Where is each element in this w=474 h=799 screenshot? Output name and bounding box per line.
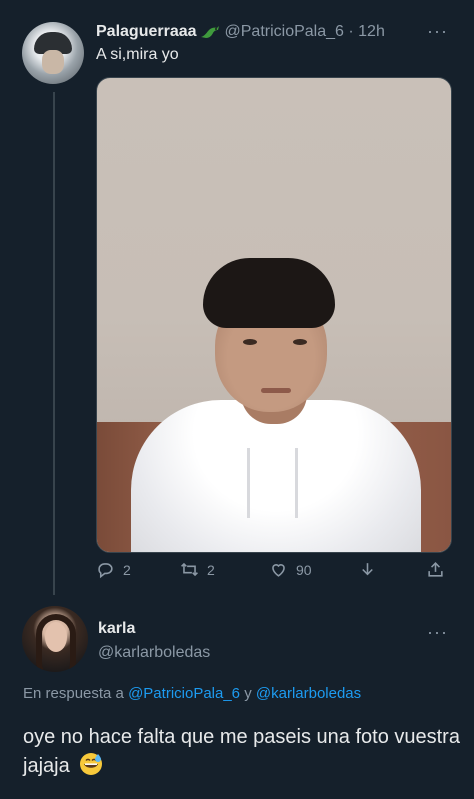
- retweet-count: 2: [207, 561, 215, 578]
- reply-user-handle[interactable]: @karlarboledas: [98, 644, 210, 662]
- replying-to-and: y: [240, 685, 256, 702]
- like-button[interactable]: 90: [269, 560, 312, 579]
- reply-display-name[interactable]: karla: [98, 620, 135, 638]
- thread-connector-line: [53, 92, 55, 595]
- separator-dot: ·: [343, 23, 359, 40]
- heart-icon: [272, 564, 285, 577]
- retweet-button[interactable]: 2: [180, 560, 215, 579]
- reply-count: 2: [123, 561, 131, 578]
- dragon-emoji-icon: [200, 26, 219, 38]
- reply-icon: [98, 563, 113, 579]
- reply-avatar[interactable]: [22, 606, 88, 672]
- tweet-header: Palaguerraaa @PatricioPala_6 · 12h: [96, 21, 458, 43]
- photo-eye-left: [243, 339, 257, 345]
- tweet-time[interactable]: 12h: [358, 23, 385, 41]
- download-arrow-icon: [362, 563, 373, 576]
- photo-hoodie-string-left: [247, 448, 250, 518]
- reply-button[interactable]: 2: [96, 560, 131, 579]
- reply-more-options-icon[interactable]: ···: [427, 622, 448, 643]
- grinning-sweat-emoji-icon: [80, 753, 103, 775]
- like-count: 90: [296, 561, 312, 578]
- avatar[interactable]: [22, 22, 84, 84]
- replying-to-prefix: En respuesta a: [23, 685, 129, 702]
- replying-to-line: En respuesta a @PatricioPala_6 y @karlar…: [23, 685, 361, 702]
- reply-avatar-face: [45, 622, 67, 652]
- replying-to-user-2[interactable]: @karlarboledas: [256, 685, 361, 702]
- retweet-icon: [181, 562, 198, 577]
- photo-hair: [203, 258, 335, 328]
- display-name[interactable]: Palaguerraaa: [96, 23, 197, 41]
- photo-eye-right: [293, 339, 307, 345]
- replying-to-user-1[interactable]: @PatricioPala_6: [128, 685, 240, 702]
- tweet-photo[interactable]: [96, 77, 452, 553]
- share-button[interactable]: [426, 560, 445, 579]
- download-button[interactable]: [358, 560, 377, 579]
- share-icon: [428, 562, 443, 577]
- user-handle[interactable]: @PatricioPala_6: [225, 23, 344, 41]
- photo-hoodie-string-right: [295, 448, 298, 518]
- reply-text: oye no hace falta que me paseis una foto…: [23, 723, 463, 781]
- tweet-actions: 2 2 90: [96, 560, 450, 584]
- photo-mouth: [261, 388, 291, 393]
- more-options-icon[interactable]: ···: [427, 21, 448, 42]
- avatar-face: [42, 50, 64, 74]
- tweet-text: A si,mira yo: [96, 46, 179, 63]
